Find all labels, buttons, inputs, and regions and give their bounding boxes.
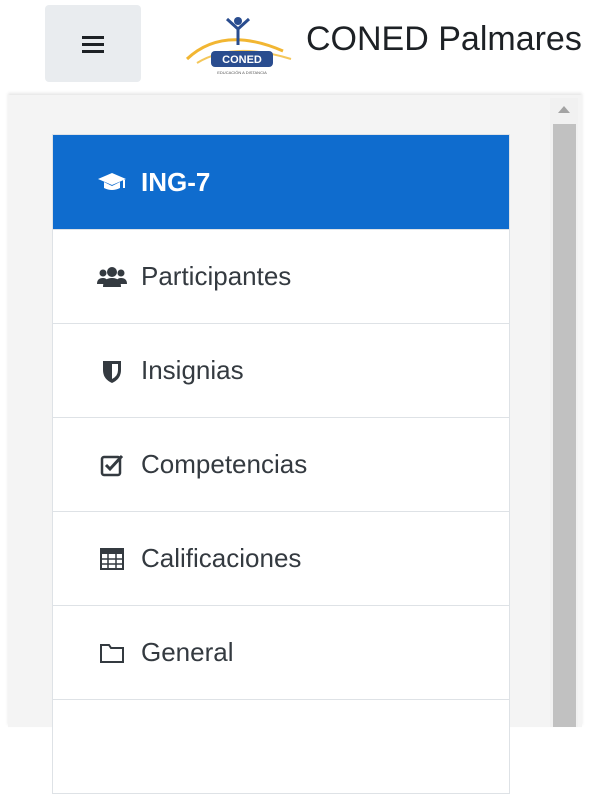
nav-item-participantes[interactable]: Participantes [53,229,509,323]
nav-item-insignias[interactable]: Insignias [53,323,509,417]
nav-item-label: Competencias [141,449,308,479]
hamburger-menu-button[interactable] [45,5,141,82]
nav-item-calificaciones[interactable]: Calificaciones [53,511,509,605]
course-nav-list: ING-7 Participantes Insignias Competenci… [52,134,510,794]
nav-item-label: Participantes [141,261,292,291]
folder-icon [97,638,127,668]
top-navbar: CONED EDUCACIÓN A DISTANCIA CONED Palmar… [0,0,590,95]
nav-item-general[interactable]: General [53,605,509,699]
logo-text: CONED [222,54,262,66]
nav-item-competencias[interactable]: Competencias [53,417,509,511]
nav-item-course[interactable]: ING-7 [53,135,509,229]
nav-item-label: Calificaciones [141,543,302,573]
logo-tagline: EDUCACIÓN A DISTANCIA [217,70,267,75]
table-icon [97,544,127,574]
coned-logo[interactable]: CONED EDUCACIÓN A DISTANCIA [183,11,299,77]
scrollbar-thumb[interactable] [553,124,576,727]
checkbox-icon [97,450,127,480]
shield-icon [97,356,127,386]
nav-drawer: ING-7 Participantes Insignias Competenci… [8,95,582,794]
hamburger-icon [82,35,104,53]
nav-item-label: General [141,637,234,667]
nav-item-label: ING-7 [141,166,211,197]
graduation-cap-icon [97,167,127,197]
site-title[interactable]: CONED Palmares [306,20,582,59]
nav-item-label: Insignias [141,355,244,385]
users-icon [97,262,127,292]
scroll-up-arrow-icon[interactable] [558,106,570,113]
nav-item-next[interactable] [53,699,509,793]
